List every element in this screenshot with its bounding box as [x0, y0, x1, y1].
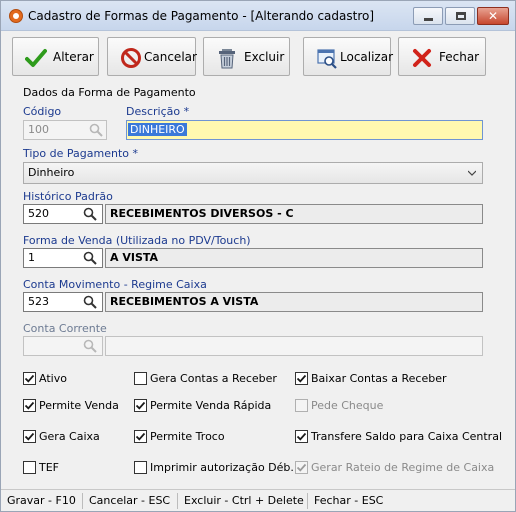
descricao-input[interactable]: DINHEIRO	[126, 120, 483, 140]
localizar-label: Localizar	[340, 50, 394, 64]
forma-venda-code-value: 1	[28, 251, 35, 264]
window-title: Cadastro de Formas de Pagamento - [Alter…	[28, 9, 375, 23]
permite-venda-checkbox[interactable]	[23, 399, 36, 412]
cancelar-label: Cancelar	[144, 50, 197, 64]
transfere-saldo-label: Transfere Saldo para Caixa Central	[311, 430, 503, 443]
status-gravar: Gravar - F10	[7, 494, 76, 507]
minimize-button[interactable]	[413, 7, 443, 25]
fechar-button[interactable]: Fechar	[398, 37, 486, 76]
trash-icon	[219, 49, 235, 69]
permite-venda-rapida-label: Permite Venda Rápida	[150, 399, 272, 412]
app-icon	[9, 9, 23, 23]
search-icon[interactable]	[83, 295, 97, 309]
permite-venda-label: Permite Venda	[39, 399, 119, 412]
codigo-value: 100	[28, 123, 49, 136]
conta-movimento-code-value: 523	[28, 295, 49, 308]
descricao-label: Descrição *	[126, 105, 190, 118]
maximize-icon	[456, 12, 466, 20]
pede-cheque-label: Pede Cheque	[311, 399, 384, 412]
minimize-icon	[424, 18, 433, 21]
codigo-field[interactable]: 100	[23, 120, 107, 140]
search-icon[interactable]	[83, 339, 97, 353]
status-excluir: Excluir - Ctrl + Delete	[184, 494, 304, 507]
close-window-button[interactable]: ✕	[477, 7, 509, 25]
codigo-label: Código	[23, 105, 62, 118]
gera-caixa-checkbox[interactable]	[23, 430, 36, 443]
conta-movimento-desc-value: RECEBIMENTOS A VISTA	[110, 295, 259, 308]
conta-movimento-label: Conta Movimento - Regime Caixa	[23, 278, 207, 291]
tef-label: TEF	[39, 461, 59, 474]
historico-code-value: 520	[28, 207, 49, 220]
status-cancelar: Cancelar - ESC	[89, 494, 171, 507]
historico-desc-value: RECEBIMENTOS DIVERSOS - C	[110, 207, 294, 220]
status-separator	[307, 493, 308, 509]
status-fechar: Fechar - ESC	[314, 494, 384, 507]
checkmark-icon	[296, 432, 307, 441]
permite-troco-checkbox[interactable]	[134, 430, 147, 443]
alterar-label: Alterar	[53, 50, 94, 64]
pede-cheque-checkbox[interactable]	[295, 399, 308, 412]
section-title: Dados da Forma de Pagamento	[23, 86, 196, 99]
checkmark-icon	[296, 374, 307, 383]
tipo-pagamento-select[interactable]: Dinheiro	[23, 162, 483, 184]
baixar-contas-receber-checkbox[interactable]	[295, 372, 308, 385]
search-icon[interactable]	[83, 251, 97, 265]
search-icon[interactable]	[83, 207, 97, 221]
excluir-label: Excluir	[244, 50, 285, 64]
fechar-label: Fechar	[439, 50, 480, 64]
conta-corrente-desc-field	[105, 336, 483, 356]
checkmark-icon	[24, 401, 35, 410]
forma-venda-label: Forma de Venda (Utilizada no PDV/Touch)	[23, 234, 251, 247]
historico-label: Histórico Padrão	[23, 190, 113, 203]
checkmark-icon	[135, 432, 146, 441]
forma-venda-code-input[interactable]: 1	[23, 248, 103, 268]
forma-venda-desc-field: A VISTA	[105, 248, 483, 268]
maximize-button[interactable]	[445, 7, 475, 25]
excluir-button[interactable]: Excluir	[203, 37, 290, 76]
close-x-icon	[413, 49, 431, 67]
forma-venda-desc-value: A VISTA	[110, 251, 159, 264]
conta-movimento-desc-field: RECEBIMENTOS A VISTA	[105, 292, 483, 312]
imprimir-autorizacao-checkbox[interactable]	[134, 461, 147, 474]
checkmark-icon	[24, 374, 35, 383]
gerar-rateio-label: Gerar Rateio de Regime de Caixa	[311, 461, 495, 474]
search-icon[interactable]	[89, 123, 103, 137]
checkmark-icon	[296, 463, 307, 472]
conta-corrente-label: Conta Corrente	[23, 322, 107, 335]
close-icon: ✕	[487, 9, 499, 23]
tef-checkbox[interactable]	[23, 461, 36, 474]
baixar-contas-receber-label: Baixar Contas a Receber	[311, 372, 447, 385]
ativo-label: Ativo	[39, 372, 67, 385]
conta-corrente-code-input[interactable]	[23, 336, 103, 356]
conta-movimento-code-input[interactable]: 523	[23, 292, 103, 312]
gera-caixa-label: Gera Caixa	[39, 430, 100, 443]
title-bar: Cadastro de Formas de Pagamento - [Alter…	[1, 1, 515, 31]
status-separator	[177, 493, 178, 509]
descricao-value: DINHEIRO	[128, 123, 187, 136]
gerar-rateio-checkbox[interactable]	[295, 461, 308, 474]
find-icon	[317, 49, 337, 69]
historico-code-input[interactable]: 520	[23, 204, 103, 224]
cancelar-button[interactable]: Cancelar	[107, 37, 197, 76]
ativo-checkbox[interactable]	[23, 372, 36, 385]
tipo-pagamento-label: Tipo de Pagamento *	[23, 147, 138, 160]
check-icon	[25, 49, 47, 67]
permite-troco-label: Permite Troco	[150, 430, 225, 443]
checkmark-icon	[24, 432, 35, 441]
alterar-button[interactable]: Alterar	[12, 37, 99, 76]
localizar-button[interactable]: Localizar	[303, 37, 394, 76]
checkmark-icon	[135, 401, 146, 410]
cancel-icon	[121, 48, 141, 68]
status-bar: Gravar - F10 Cancelar - ESC Excluir - Ct…	[1, 489, 515, 511]
transfere-saldo-checkbox[interactable]	[295, 430, 308, 443]
gera-contas-receber-checkbox[interactable]	[134, 372, 147, 385]
imprimir-autorizacao-label: Imprimir autorização Déb.	[150, 461, 294, 474]
gera-contas-receber-label: Gera Contas a Receber	[150, 372, 277, 385]
permite-venda-rapida-checkbox[interactable]	[134, 399, 147, 412]
chevron-down-icon	[468, 170, 476, 176]
historico-desc-field: RECEBIMENTOS DIVERSOS - C	[105, 204, 483, 224]
dialog-window: Cadastro de Formas de Pagamento - [Alter…	[0, 0, 516, 512]
status-separator	[82, 493, 83, 509]
tipo-pagamento-value: Dinheiro	[28, 166, 75, 179]
